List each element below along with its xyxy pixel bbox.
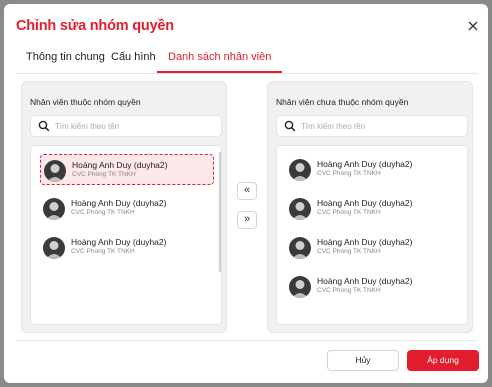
panel-title: Nhân viên chưa thuộc nhóm quyền — [276, 97, 409, 107]
employee-name: Hoàng Anh Duy (duyha2) — [71, 198, 167, 208]
employee-title: CVC Phòng TK TNKH — [71, 209, 135, 216]
tab-general-info[interactable]: Thông tin chung — [26, 51, 105, 73]
dialog-title: Chỉnh sửa nhóm quyền — [16, 18, 174, 34]
avatar — [289, 237, 311, 259]
employee-title: CVC Phòng TK TNKH — [317, 248, 381, 255]
tab-employee-list[interactable]: Danh sách nhân viên — [157, 51, 283, 73]
move-right-button[interactable]: » — [237, 211, 257, 229]
list-item[interactable]: Hoàng Anh Duy (duyha2) CVC Phòng TK TNKH — [40, 232, 214, 263]
avatar — [43, 237, 65, 259]
employee-title: CVC Phòng TK TNKH — [72, 171, 136, 178]
employee-name: Hoàng Anh Duy (duyha2) — [317, 198, 413, 208]
avatar — [289, 159, 311, 181]
move-left-button[interactable]: « — [237, 182, 257, 200]
panel-title: Nhân viên thuộc nhóm quyền — [30, 97, 141, 107]
employee-title: CVC Phòng TK TNKH — [317, 209, 381, 216]
list-item[interactable]: Hoàng Anh Duy (duyha2) CVC Phòng TK TNKH — [286, 271, 460, 302]
search-icon — [284, 120, 296, 132]
employee-title: CVC Phòng TK TNKH — [317, 170, 381, 177]
tab-configuration[interactable]: Cấu hình — [111, 51, 156, 73]
avatar — [289, 276, 311, 298]
edit-permission-group-dialog: Chỉnh sửa nhóm quyền Thông tin chung Cấu… — [4, 4, 488, 383]
tabs-divider — [16, 73, 478, 74]
employee-name: Hoàng Anh Duy (duyha2) — [317, 159, 413, 169]
search-input[interactable] — [301, 119, 461, 134]
footer-divider — [16, 340, 478, 341]
search-box — [276, 115, 468, 137]
employee-title: CVC Phòng TK TNKH — [71, 248, 135, 255]
employee-name: Hoàng Anh Duy (duyha2) — [317, 237, 413, 247]
list-item[interactable]: Hoàng Anh Duy (duyha2) CVC Phòng TK TNKH — [286, 193, 460, 224]
employee-list: Hoàng Anh Duy (duyha2) CVC Phòng TK TNKH… — [30, 145, 222, 325]
list-item[interactable]: Hoàng Anh Duy (duyha2) CVC Phòng TK TNKH — [286, 232, 460, 263]
avatar — [289, 198, 311, 220]
employee-title: CVC Phòng TK TNKH — [317, 287, 381, 294]
list-item[interactable]: Hoàng Anh Duy (duyha2) CVC Phòng TK TNKH — [40, 154, 214, 185]
search-icon — [38, 120, 50, 132]
employee-name: Hoàng Anh Duy (duyha2) — [317, 276, 413, 286]
employee-name: Hoàng Anh Duy (duyha2) — [71, 237, 167, 247]
apply-button[interactable]: Áp dụng — [407, 350, 479, 371]
cancel-button[interactable]: Hủy — [327, 350, 399, 371]
scrollbar[interactable] — [219, 152, 221, 272]
search-box — [30, 115, 222, 137]
search-input[interactable] — [55, 119, 215, 134]
avatar — [43, 198, 65, 220]
unassigned-employees-panel: Nhân viên chưa thuộc nhóm quyền Hoàng An… — [267, 81, 473, 333]
employee-name: Hoàng Anh Duy (duyha2) — [72, 160, 168, 170]
list-item[interactable]: Hoàng Anh Duy (duyha2) CVC Phòng TK TNKH — [40, 193, 214, 224]
assigned-employees-panel: Nhân viên thuộc nhóm quyền Hoàng Anh Duy… — [21, 81, 227, 333]
avatar — [44, 160, 66, 182]
close-icon[interactable] — [466, 19, 480, 33]
list-item[interactable]: Hoàng Anh Duy (duyha2) CVC Phòng TK TNKH — [286, 154, 460, 185]
employee-list: Hoàng Anh Duy (duyha2) CVC Phòng TK TNKH… — [276, 145, 468, 325]
